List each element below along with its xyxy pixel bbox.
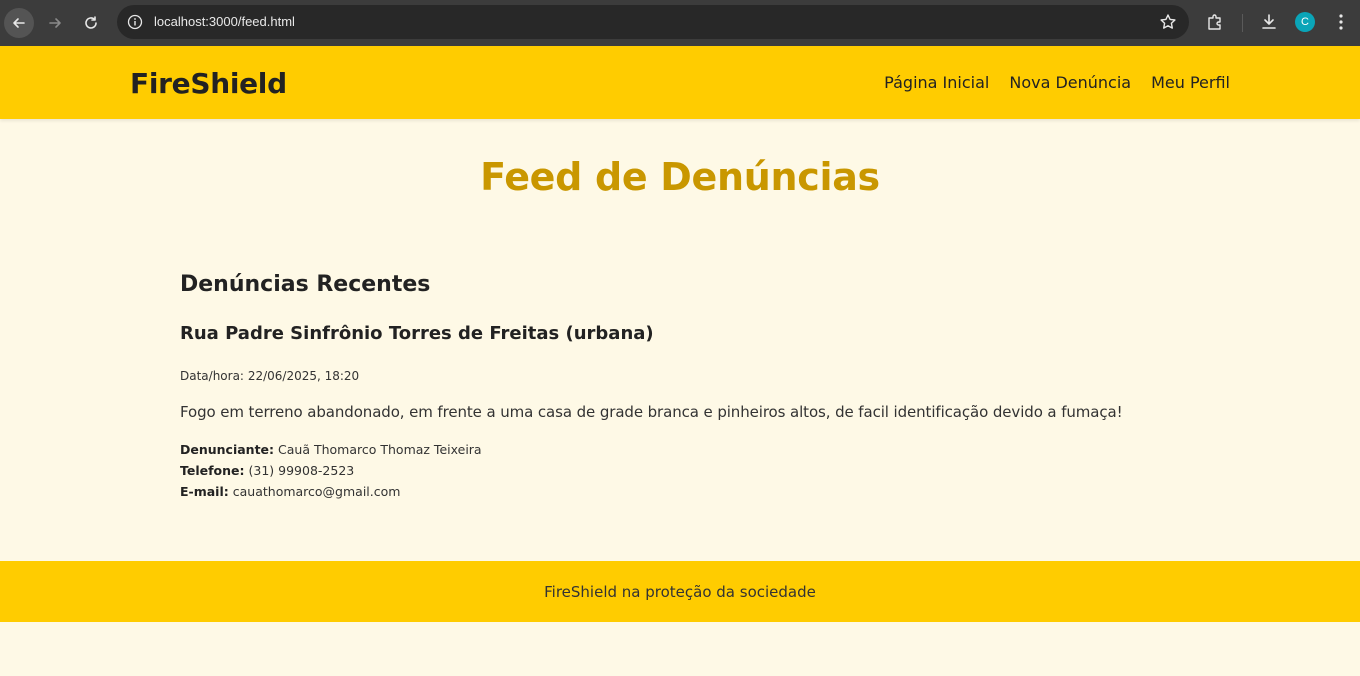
bookmark-star-icon[interactable] — [1159, 13, 1177, 31]
more-menu-icon[interactable] — [1331, 12, 1351, 32]
back-button[interactable] — [4, 8, 34, 38]
phone-line: Telefone: (31) 99908-2523 — [180, 463, 354, 478]
phone-label: Telefone: — [180, 463, 245, 478]
phone-value: (31) 99908-2523 — [248, 463, 355, 478]
reporter-line: Denunciante: Cauã Thomarco Thomaz Teixei… — [180, 442, 482, 457]
main-nav: Página Inicial Nova Denúncia Meu Perfil — [884, 73, 1230, 92]
footer-text: FireShield na proteção da sociedade — [544, 583, 816, 601]
email-label: E-mail: — [180, 484, 229, 499]
arrow-left-icon — [13, 18, 25, 28]
reload-button[interactable] — [76, 8, 106, 38]
address-bar[interactable]: localhost:3000/feed.html — [117, 5, 1189, 39]
nav-link-profile[interactable]: Meu Perfil — [1151, 73, 1230, 92]
site-info-icon[interactable] — [125, 12, 145, 32]
reload-icon — [85, 16, 97, 29]
nav-link-home[interactable]: Página Inicial — [884, 73, 989, 92]
report-title: Rua Padre Sinfrônio Torres de Freitas (u… — [180, 323, 654, 344]
arrow-right-icon — [49, 18, 61, 28]
report-date: Data/hora: 22/06/2025, 18:20 — [180, 369, 359, 383]
site-logo[interactable]: FireShield — [130, 67, 287, 100]
email-line: E-mail: cauathomarco@gmail.com — [180, 484, 400, 499]
report-description: Fogo em terreno abandonado, em frente a … — [180, 403, 1123, 421]
profile-avatar[interactable]: C — [1295, 12, 1315, 32]
reporter-label: Denunciante: — [180, 442, 275, 457]
toolbar-separator — [1242, 14, 1243, 32]
forward-button[interactable] — [40, 8, 70, 38]
section-title: Denúncias Recentes — [180, 272, 431, 297]
browser-toolbar: localhost:3000/feed.html C — [0, 0, 1360, 46]
nav-link-new-report[interactable]: Nova Denúncia — [1009, 73, 1131, 92]
site-header: FireShield Página Inicial Nova Denúncia … — [0, 46, 1360, 119]
email-value: cauathomarco@gmail.com — [232, 484, 401, 499]
extensions-icon[interactable] — [1205, 12, 1225, 32]
report-date-value: 22/06/2025, 18:20 — [247, 369, 360, 383]
site-footer: FireShield na proteção da sociedade — [0, 561, 1360, 622]
url-text: localhost:3000/feed.html — [154, 14, 295, 29]
download-icon[interactable] — [1259, 12, 1279, 32]
report-date-label: Data/hora: — [180, 369, 244, 383]
page-title: Feed de Denúncias — [480, 155, 880, 199]
reporter-value: Cauã Thomarco Thomaz Teixeira — [278, 442, 482, 457]
